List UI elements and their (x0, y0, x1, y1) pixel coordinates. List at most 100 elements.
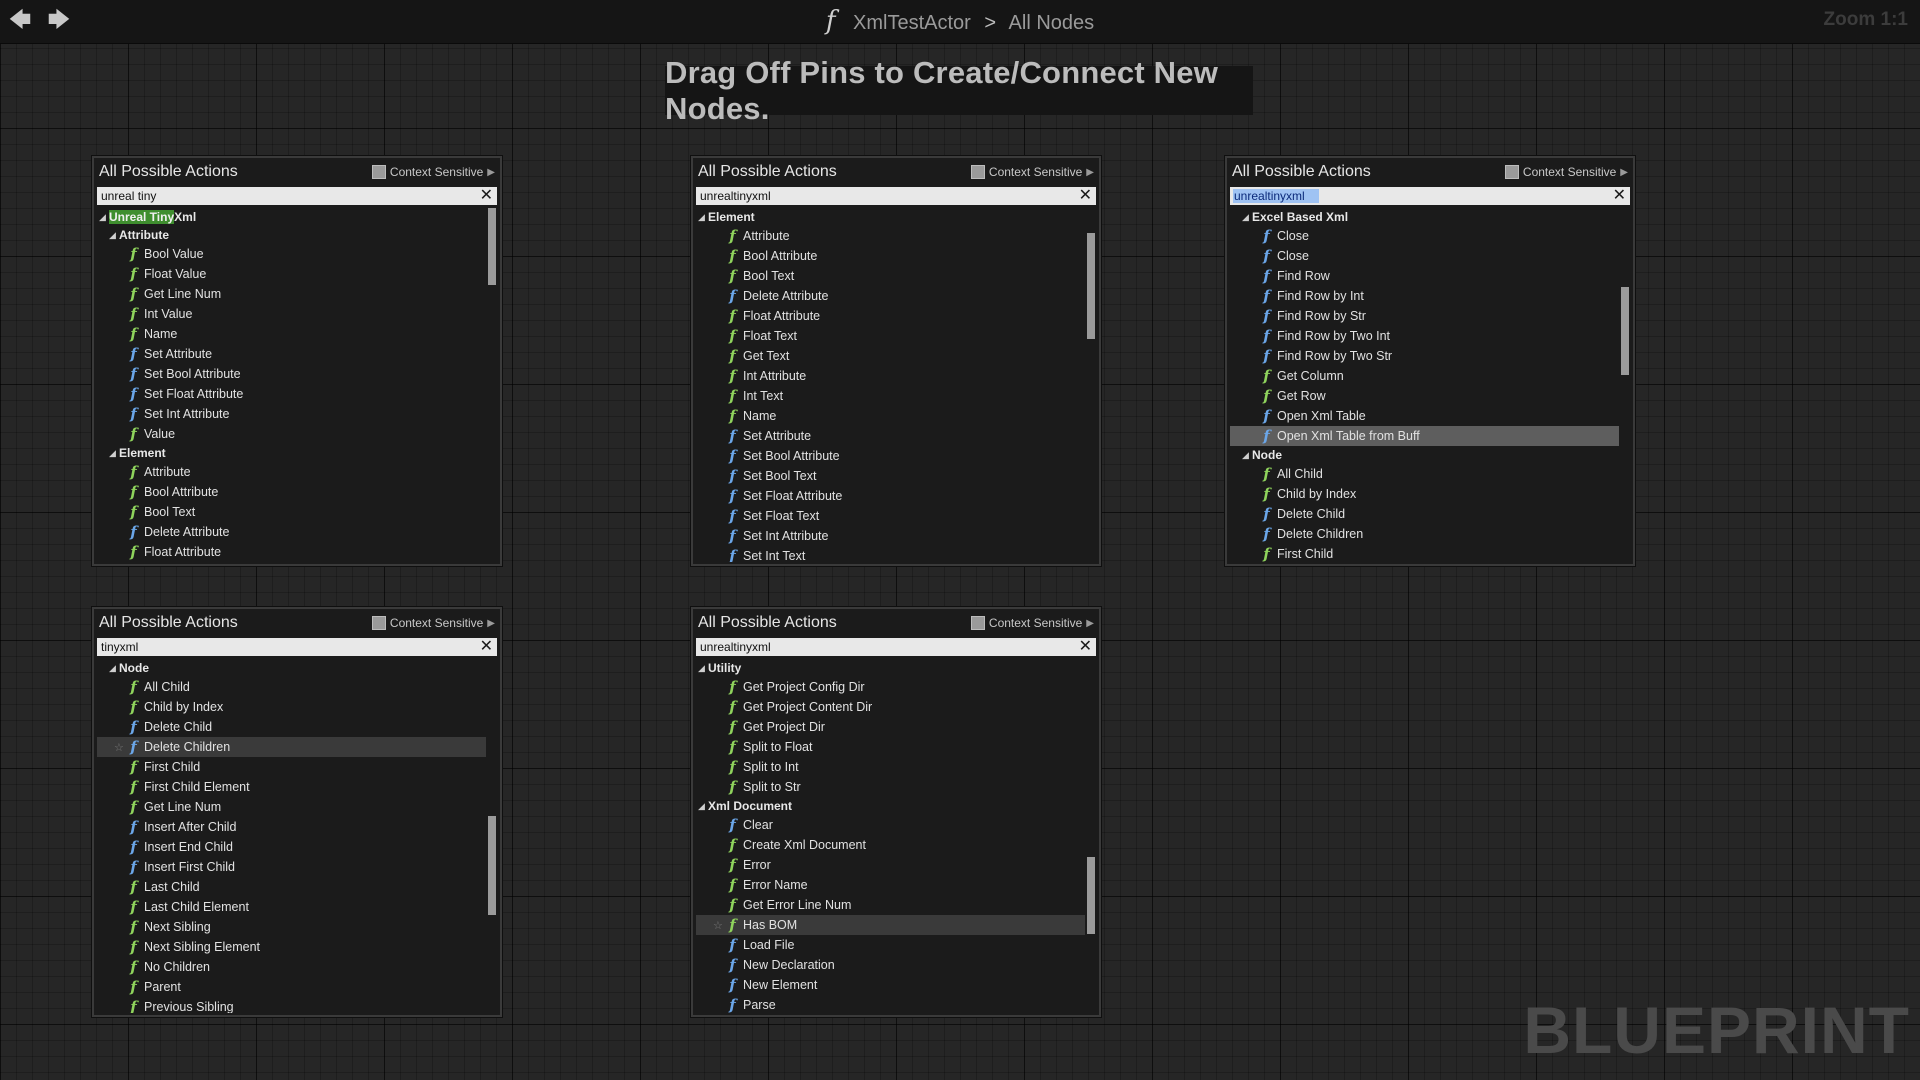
action-item[interactable]: f Set Int Attribute (696, 526, 1085, 546)
action-item[interactable]: f Insert After Child (97, 817, 486, 837)
action-item[interactable]: f Find Row by Two Int (1230, 326, 1619, 346)
category-row[interactable]: ◢Unreal Tiny XmlUnreal Tiny Xml (97, 208, 486, 226)
category-row[interactable]: ◢ Node (1230, 446, 1619, 464)
breadcrumb-asset[interactable]: XmlTestActor (853, 12, 971, 34)
action-item[interactable]: f Get Column (1230, 366, 1619, 386)
search-input[interactable] (1234, 188, 1613, 204)
collapse-triangle-icon[interactable]: ◢ (109, 448, 119, 459)
action-item[interactable]: f Insert End Child (97, 837, 486, 857)
action-item[interactable]: f Delete Child (1230, 504, 1619, 524)
action-item[interactable]: f Float Value (97, 264, 486, 284)
action-item[interactable]: f Int Attribute (696, 366, 1085, 386)
collapse-triangle-icon[interactable]: ◢ (109, 230, 119, 241)
action-item[interactable]: f Find Row (1230, 266, 1619, 286)
action-item[interactable]: f Parent (97, 977, 486, 997)
action-item[interactable]: f Name (97, 324, 486, 344)
action-item[interactable]: f Delete Children (1230, 524, 1619, 544)
collapse-triangle-icon[interactable]: ◢ (698, 663, 708, 674)
action-item[interactable]: f First Child Element (97, 777, 486, 797)
action-item[interactable]: f New Declaration (696, 955, 1085, 975)
checkbox-icon[interactable] (1504, 165, 1519, 179)
action-item[interactable]: f Split to Str (696, 777, 1085, 797)
action-item[interactable]: f Last Child Element (97, 897, 486, 917)
collapse-triangle-icon[interactable]: ◢ (109, 663, 119, 674)
search-input[interactable] (101, 639, 480, 655)
action-item[interactable]: f Close (1230, 246, 1619, 266)
search-input[interactable] (101, 188, 480, 204)
action-item[interactable]: f Error (696, 855, 1085, 875)
checkbox-icon[interactable] (371, 165, 386, 179)
expand-arrow-icon[interactable]: ▶ (1086, 618, 1094, 629)
action-item[interactable]: f All Child (1230, 464, 1619, 484)
scrollbar[interactable] (1087, 208, 1095, 560)
action-item[interactable]: f Split to Float (696, 737, 1085, 757)
action-item[interactable]: f Int Text (696, 386, 1085, 406)
category-row[interactable]: ◢ Element (97, 444, 486, 462)
action-item[interactable]: f Split to Int (696, 757, 1085, 777)
category-row[interactable]: ◢ Xml Document (696, 797, 1085, 815)
action-item[interactable]: f Find Row by Str (1230, 306, 1619, 326)
clear-search-icon[interactable]: ✕ (1079, 639, 1092, 655)
action-item[interactable]: f Get Project Config Dir (696, 677, 1085, 697)
action-item[interactable]: f Get Project Dir (696, 717, 1085, 737)
action-item[interactable]: f Find Row by Two Str (1230, 346, 1619, 366)
expand-arrow-icon[interactable]: ▶ (1620, 167, 1628, 178)
expand-arrow-icon[interactable]: ▶ (487, 167, 495, 178)
action-item[interactable]: f Create Xml Document (696, 835, 1085, 855)
context-sensitive-toggle[interactable]: Context Sensitive ▶ (1504, 165, 1628, 179)
action-item[interactable]: f Last Child (97, 877, 486, 897)
action-item[interactable]: f Set Bool Attribute (696, 446, 1085, 466)
scrollbar-thumb[interactable] (1621, 287, 1629, 375)
favorite-star-icon[interactable]: ☆ (713, 919, 725, 932)
checkbox-icon[interactable] (970, 165, 985, 179)
collapse-triangle-icon[interactable]: ◢ (1242, 450, 1252, 461)
expand-arrow-icon[interactable]: ▶ (1086, 167, 1094, 178)
category-row[interactable]: ◢ Element (696, 208, 1085, 226)
action-item[interactable]: f Delete Attribute (97, 522, 486, 542)
scrollbar-thumb[interactable] (1087, 233, 1095, 339)
action-item[interactable]: f Delete Child (97, 717, 486, 737)
context-sensitive-toggle[interactable]: Context Sensitive ▶ (371, 165, 495, 179)
action-item[interactable]: f Insert First Child (97, 857, 486, 877)
action-item[interactable]: f Load File (696, 935, 1085, 955)
action-item[interactable]: f Bool Value (97, 244, 486, 264)
action-item[interactable]: f Set Bool Text (696, 466, 1085, 486)
action-item[interactable]: f Get Row (1230, 386, 1619, 406)
action-item[interactable]: ☆ f Has BOM (696, 915, 1085, 935)
context-sensitive-toggle[interactable]: Context Sensitive ▶ (970, 165, 1094, 179)
action-item[interactable]: f Next Sibling (97, 917, 486, 937)
action-item[interactable]: f First Child (1230, 544, 1619, 562)
category-row[interactable]: ◢ Node (97, 659, 486, 677)
scrollbar-thumb[interactable] (488, 208, 496, 285)
action-item[interactable]: f Error Name (696, 875, 1085, 895)
action-item[interactable]: f First Child (97, 757, 486, 777)
action-item[interactable]: f Attribute (97, 462, 486, 482)
category-row[interactable]: ◢ Utility (696, 659, 1085, 677)
action-item[interactable]: f Float Text (696, 326, 1085, 346)
action-item[interactable]: f No Children (97, 957, 486, 977)
scrollbar[interactable] (488, 208, 496, 560)
scrollbar[interactable] (488, 659, 496, 1011)
checkbox-icon[interactable] (371, 616, 386, 630)
context-sensitive-toggle[interactable]: Context Sensitive ▶ (970, 616, 1094, 630)
action-item[interactable]: f Set Bool Attribute (97, 364, 486, 384)
action-item[interactable]: f Open Xml Table from Buff (1230, 426, 1619, 446)
collapse-triangle-icon[interactable]: ◢ (1242, 212, 1252, 223)
clear-search-icon[interactable]: ✕ (1079, 188, 1092, 204)
action-item[interactable]: f Float Attribute (696, 306, 1085, 326)
action-item[interactable]: f Get Project Content Dir (696, 697, 1085, 717)
category-row[interactable]: ◢ Attribute (97, 226, 486, 244)
action-item[interactable]: f Set Float Attribute (97, 384, 486, 404)
category-row[interactable]: ◢ Excel Based Xml (1230, 208, 1619, 226)
action-item[interactable]: f Float Attribute (97, 542, 486, 562)
scrollbar[interactable] (1087, 659, 1095, 1011)
action-item[interactable]: f Bool Text (97, 502, 486, 522)
clear-search-icon[interactable]: ✕ (480, 639, 493, 655)
action-item[interactable]: f Delete Attribute (696, 286, 1085, 306)
scrollbar[interactable] (1621, 208, 1629, 560)
action-item[interactable]: f Int Value (97, 304, 486, 324)
action-item[interactable]: f Set Attribute (97, 344, 486, 364)
scrollbar-thumb[interactable] (488, 816, 496, 915)
checkbox-icon[interactable] (970, 616, 985, 630)
action-item[interactable]: f Child by Index (1230, 484, 1619, 504)
